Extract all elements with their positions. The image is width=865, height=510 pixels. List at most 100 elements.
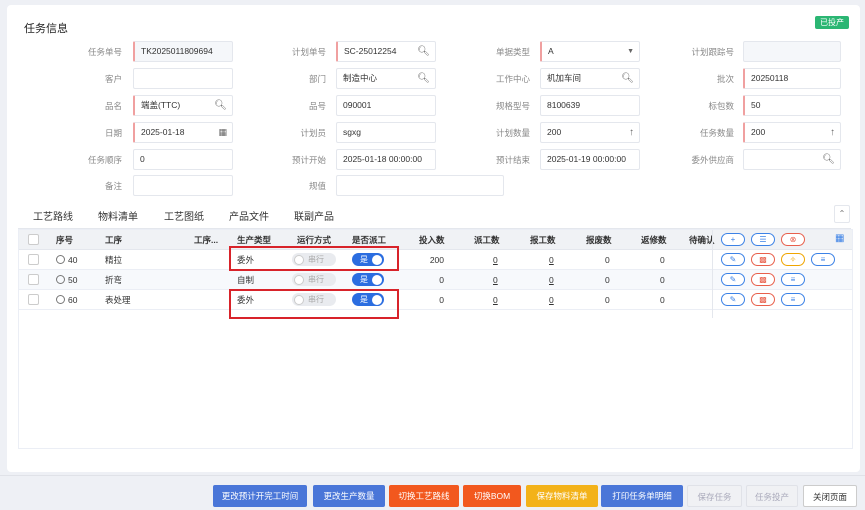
plan-no-field[interactable]: SC-25012254 🔍︎ [336,41,436,62]
search-icon[interactable]: 🔍︎ [417,42,430,61]
plan-qty-field[interactable]: 200 ↑ [540,122,640,143]
search-icon[interactable]: 🔍︎ [417,69,430,88]
delete-icon[interactable]: ▩ [751,253,775,266]
column-settings-icon[interactable]: ▦ [835,233,844,244]
search-icon[interactable]: 🔍︎ [214,96,227,115]
edit-icon[interactable]: ✎ [721,253,745,266]
tab-product-files[interactable]: 产品文件 [229,208,269,223]
task-no-field[interactable]: TK2025011809694 [133,41,233,62]
task-seq-field[interactable]: 0 [133,149,233,170]
report-qty-link[interactable]: 0 [549,270,554,290]
seq-value: 50 [68,275,78,285]
tab-bom[interactable]: 物料清单 [98,208,138,223]
product-name-field[interactable]: 端盖(TTC) 🔍︎ [133,95,233,116]
tab-process-route[interactable]: 工艺路线 [33,208,73,223]
select-all-checkbox[interactable] [28,234,39,245]
tab-co-products[interactable]: 联副产品 [294,208,334,223]
edit-icon[interactable]: ✎ [721,273,745,286]
rework-qty-cell: 0 [660,295,665,305]
list-icon[interactable]: ≡ [781,273,805,286]
seq-cell[interactable]: 40 [56,250,77,270]
input-qty-cell: 200 [429,255,444,265]
batch-field[interactable]: 20250118 [743,68,841,89]
save-task-button[interactable]: 保存任务 [687,485,742,507]
report-qty-link[interactable]: 0 [549,250,554,270]
input-qty-cell: 0 [439,295,444,305]
spec-value-field[interactable] [336,175,504,196]
input-qty-cell: 0 [439,275,444,285]
work-center-label: 工作中心 [495,74,530,84]
col-input-qty: 投入数 [419,235,445,245]
delete-icon[interactable]: ▩ [751,273,775,286]
row-radio[interactable] [56,275,65,284]
highlight-box [229,289,399,319]
save-materials-button[interactable]: 保存物料清单 [526,485,598,507]
status-badge: 已投产 [815,16,849,29]
row-radio[interactable] [56,295,65,304]
col-dispatch-qty: 派工数 [474,235,500,245]
change-qty-button[interactable]: 更改生产数量 [313,485,385,507]
switch-bom-button[interactable]: 切换BOM [463,485,521,507]
run-mode-toggle[interactable]: 串行 [292,273,336,286]
switch-route-button[interactable]: 切换工艺路线 [389,485,459,507]
work-center-field[interactable]: 机加车间 🔍︎ [540,68,640,89]
pack-qty-field[interactable]: 50 [743,95,841,116]
task-qty-value: 200 [751,127,766,137]
list-icon[interactable]: ≡ [781,293,805,306]
task-release-button[interactable]: 任务投产 [746,485,798,507]
planner-field[interactable]: sgxg [336,122,436,143]
arrow-up-icon[interactable]: ↑ [629,123,634,142]
spec-model-field[interactable]: 8100639 [540,95,640,116]
share-icon[interactable]: ✧ [781,253,805,266]
seq-value: 60 [68,295,78,305]
plan-qty-label: 计划数量 [495,128,530,138]
change-time-button[interactable]: 更改预计开完工时间 [213,485,307,507]
scrap-qty-cell: 0 [605,255,610,265]
seq-cell[interactable]: 50 [56,270,77,290]
search-icon[interactable]: 🔍︎ [822,150,835,169]
dispatch-toggle[interactable]: 是 [352,273,384,286]
department-value: 制造中心 [343,73,378,83]
edit-icon[interactable]: ✎ [721,293,745,306]
arrow-up-icon[interactable]: ↑ [830,123,835,142]
col-report-qty: 报工数 [530,235,556,245]
process-cell: 精拉 [105,255,123,265]
row-checkbox[interactable] [28,294,39,305]
remark-field[interactable] [133,175,233,196]
process-cell: 折弯 [105,275,123,285]
task-qty-field[interactable]: 200 ↑ [743,122,841,143]
product-no-field[interactable]: 090001 [336,95,436,116]
plan-end-field[interactable]: 2025-01-19 00:00:00 [540,149,640,170]
dispatch-qty-link[interactable]: 0 [493,270,498,290]
process-cell: 表处理 [105,295,131,305]
doc-type-select[interactable]: A ▼ [540,41,640,62]
table-row: 40 精拉 委外 串行 是 200 0 0 0 0 ✎ ▩ ✧ ≡ [19,250,852,270]
row-checkbox[interactable] [28,254,39,265]
customer-field[interactable] [133,68,233,89]
col-seq: 序号 [56,235,74,245]
list-icon[interactable]: ≡ [811,253,835,266]
cancel-circle-icon[interactable]: ⊗ [781,233,805,246]
layers-icon[interactable]: ☰ [751,233,775,246]
col-process-desc: 工序... [194,235,219,245]
supplier-field[interactable]: 🔍︎ [743,149,841,170]
plan-track-field[interactable] [743,41,841,62]
close-page-button[interactable]: 关闭页面 [803,485,857,507]
department-field[interactable]: 制造中心 🔍︎ [336,68,436,89]
add-row-button[interactable]: + [721,233,745,246]
date-field[interactable]: 2025-01-18 ▦ [133,122,233,143]
tab-drawings[interactable]: 工艺图纸 [164,208,204,223]
col-process: 工序 [105,235,123,245]
report-qty-link[interactable]: 0 [549,290,554,310]
row-checkbox[interactable] [28,274,39,285]
calendar-icon[interactable]: ▦ [218,123,227,142]
print-detail-button[interactable]: 打印任务单明细 [601,485,683,507]
plan-start-field[interactable]: 2025-01-18 00:00:00 [336,149,436,170]
collapse-icon[interactable]: ⌃ [834,205,850,223]
search-icon[interactable]: 🔍︎ [621,69,634,88]
dispatch-qty-link[interactable]: 0 [493,250,498,270]
row-radio[interactable] [56,255,65,264]
dispatch-qty-link[interactable]: 0 [493,290,498,310]
seq-cell[interactable]: 60 [56,290,77,310]
delete-icon[interactable]: ▩ [751,293,775,306]
